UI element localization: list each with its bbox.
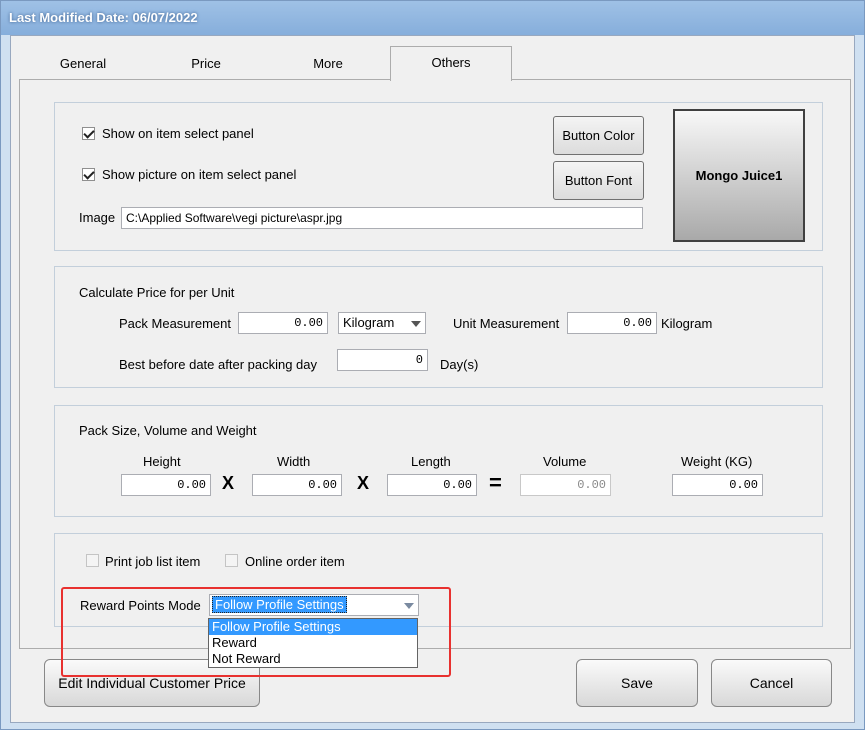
unit-price-group: Calculate Price for per Unit Pack Measur… <box>54 266 823 388</box>
best-before-input[interactable]: 0 <box>337 349 428 371</box>
print-job-label: Print job list item <box>105 554 201 569</box>
print-job-checkbox[interactable] <box>86 554 99 567</box>
unit-measurement-input[interactable]: 0.00 <box>567 312 657 334</box>
tab-others[interactable]: Others <box>390 46 512 81</box>
times-symbol: X <box>222 473 235 493</box>
pack-unit-select[interactable]: Kilogram <box>338 312 426 334</box>
reward-option-not-reward[interactable]: Not Reward <box>209 651 417 667</box>
button-color-button[interactable]: Button Color <box>553 116 644 155</box>
length-label: Length <box>411 454 451 469</box>
reward-mode-select[interactable]: Follow Profile Settings <box>209 594 419 616</box>
unit-measurement-unit: Kilogram <box>661 316 713 331</box>
reward-option-reward[interactable]: Reward <box>209 635 417 651</box>
online-order-checkbox[interactable] <box>225 554 238 567</box>
reward-mode-dropdown: Follow Profile Settings Reward Not Rewar… <box>208 618 418 668</box>
volume-label: Volume <box>543 454 587 469</box>
show-picture-checkbox[interactable] <box>82 168 95 181</box>
show-item-checkbox[interactable] <box>82 127 95 140</box>
weight-input[interactable]: 0.00 <box>672 474 763 496</box>
height-label: Height <box>143 454 181 469</box>
unit-measurement-label: Unit Measurement <box>453 316 560 331</box>
times-symbol: X <box>357 473 370 493</box>
weight-label: Weight (KG) <box>681 454 753 469</box>
reward-mode-label: Reward Points Mode <box>80 598 201 613</box>
pack-size-group: Pack Size, Volume and Weight Height 0.00… <box>54 405 823 517</box>
length-input[interactable]: 0.00 <box>387 474 477 496</box>
image-path-input[interactable]: C:\Applied Software\vegi picture\aspr.jp… <box>121 207 643 229</box>
cancel-button[interactable]: Cancel <box>711 659 832 707</box>
height-input[interactable]: 0.00 <box>121 474 211 496</box>
width-input[interactable]: 0.00 <box>252 474 342 496</box>
tab-more[interactable]: More <box>273 49 383 79</box>
online-order-label: Online order item <box>245 554 345 569</box>
image-label: Image <box>79 210 116 225</box>
reward-mode-value: Follow Profile Settings <box>212 596 347 613</box>
volume-input: 0.00 <box>520 474 611 496</box>
best-before-unit: Day(s) <box>440 357 479 372</box>
chevron-down-icon <box>411 321 421 327</box>
misc-group: Print job list item Online order item Re… <box>54 533 823 627</box>
width-label: Width <box>277 454 311 469</box>
unit-price-title: Calculate Price for per Unit <box>79 285 235 300</box>
chevron-down-icon <box>404 603 414 609</box>
tab-general[interactable]: General <box>27 49 139 79</box>
reward-option-follow-profile[interactable]: Follow Profile Settings <box>209 619 417 635</box>
pack-unit-value: Kilogram <box>343 315 395 330</box>
tab-price[interactable]: Price <box>151 49 261 79</box>
item-properties-window: Last Modified Date: 06/07/2022 General P… <box>0 0 865 730</box>
equals-symbol: = <box>489 470 502 495</box>
title-bar: Last Modified Date: 06/07/2022 <box>1 1 864 35</box>
best-before-label: Best before date after packing day <box>119 357 318 372</box>
show-item-label: Show on item select panel <box>102 126 254 141</box>
window-title: Last Modified Date: 06/07/2022 <box>9 10 198 25</box>
pack-measurement-input[interactable]: 0.00 <box>238 312 328 334</box>
item-button-preview[interactable]: Mongo Juice1 <box>673 109 805 242</box>
show-picture-label: Show picture on item select panel <box>102 167 297 182</box>
button-font-button[interactable]: Button Font <box>553 161 644 200</box>
pack-measurement-label: Pack Measurement <box>119 316 231 331</box>
save-button[interactable]: Save <box>576 659 698 707</box>
pack-size-title: Pack Size, Volume and Weight <box>79 423 257 438</box>
